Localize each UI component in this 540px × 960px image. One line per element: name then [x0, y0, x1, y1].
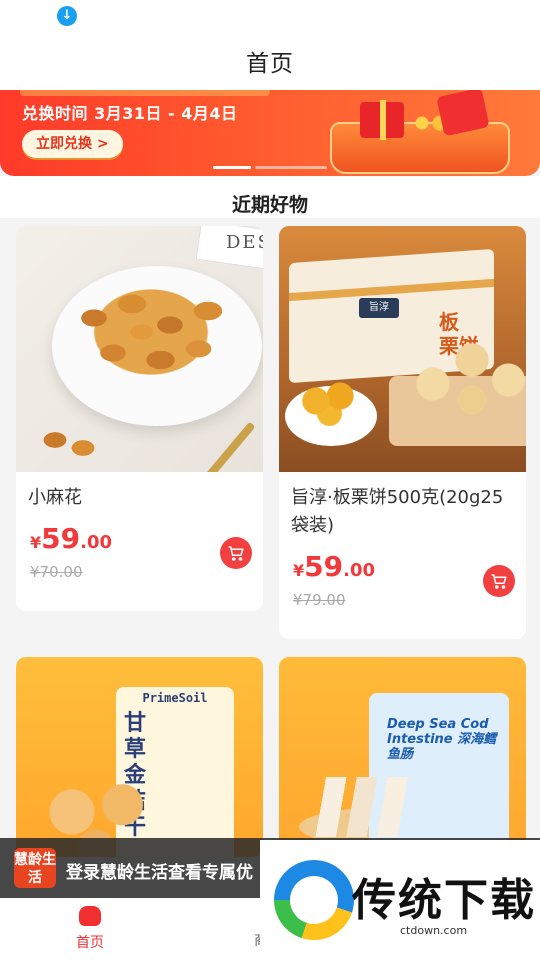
- download-icon: ↓: [57, 6, 77, 26]
- watermark-title: 传统下载: [352, 875, 536, 926]
- cart-icon: [228, 546, 244, 561]
- product-image-cod-intestine[interactable]: Deep Sea Cod Intestine 深海鳕鱼肠: [279, 657, 526, 857]
- tab-home[interactable]: 首页: [70, 906, 110, 952]
- product-card[interactable]: 旨淳 板 栗饼 旨淳·板栗饼500克(20g25袋装) ¥59.00 ¥79.0…: [279, 226, 526, 639]
- status-bar: ↓: [0, 0, 540, 32]
- product-card[interactable]: DES 小麻花 ¥59.00 ¥70.00: [16, 226, 263, 611]
- page-title: 首页: [246, 51, 294, 77]
- promo-banner[interactable]: 兑换时间 3月31日 - 4月4日 立即兑换 >: [0, 90, 540, 176]
- product-card[interactable]: Deep Sea Cod Intestine 深海鳕鱼肠: [279, 657, 526, 857]
- watermark-url: ctdown.com: [400, 924, 468, 937]
- tab-home-label: 首页: [76, 935, 104, 951]
- product-image-kumquat-snack[interactable]: PrimeSoil 甘草金桔干: [16, 657, 263, 857]
- app-logo: 慧龄生活: [14, 848, 56, 888]
- login-prompt-text[interactable]: 登录慧龄生活查看专属优: [66, 858, 253, 883]
- product-price: ¥59.00: [30, 522, 112, 555]
- product-image-twists[interactable]: DES: [16, 226, 263, 472]
- product-image-chestnut-cake[interactable]: 旨淳 板 栗饼: [279, 226, 526, 472]
- carousel-indicator-active: [213, 166, 251, 169]
- watermark: 传统下载 ctdown.com: [260, 840, 540, 960]
- section-title: 近期好物: [231, 194, 308, 216]
- product-name: 小麻花: [28, 487, 82, 508]
- add-to-cart-button[interactable]: [483, 565, 515, 597]
- original-price: ¥70.00: [30, 563, 83, 581]
- add-to-cart-button[interactable]: [220, 537, 252, 569]
- banner-headline-graphic: [20, 90, 270, 96]
- home-icon: [79, 906, 101, 926]
- redeem-now-button[interactable]: 立即兑换 >: [22, 130, 123, 158]
- header: 首页: [0, 32, 540, 90]
- product-name: 旨淳·板栗饼500克(20g25袋装): [291, 487, 504, 536]
- product-price: ¥59.00: [293, 550, 375, 583]
- banner-exchange-time: 兑换时间 3月31日 - 4月4日: [22, 104, 238, 123]
- cart-icon: [491, 574, 507, 589]
- carousel-indicator: [255, 166, 327, 169]
- original-price: ¥79.00: [293, 591, 346, 609]
- product-card[interactable]: PrimeSoil 甘草金桔干: [16, 657, 263, 857]
